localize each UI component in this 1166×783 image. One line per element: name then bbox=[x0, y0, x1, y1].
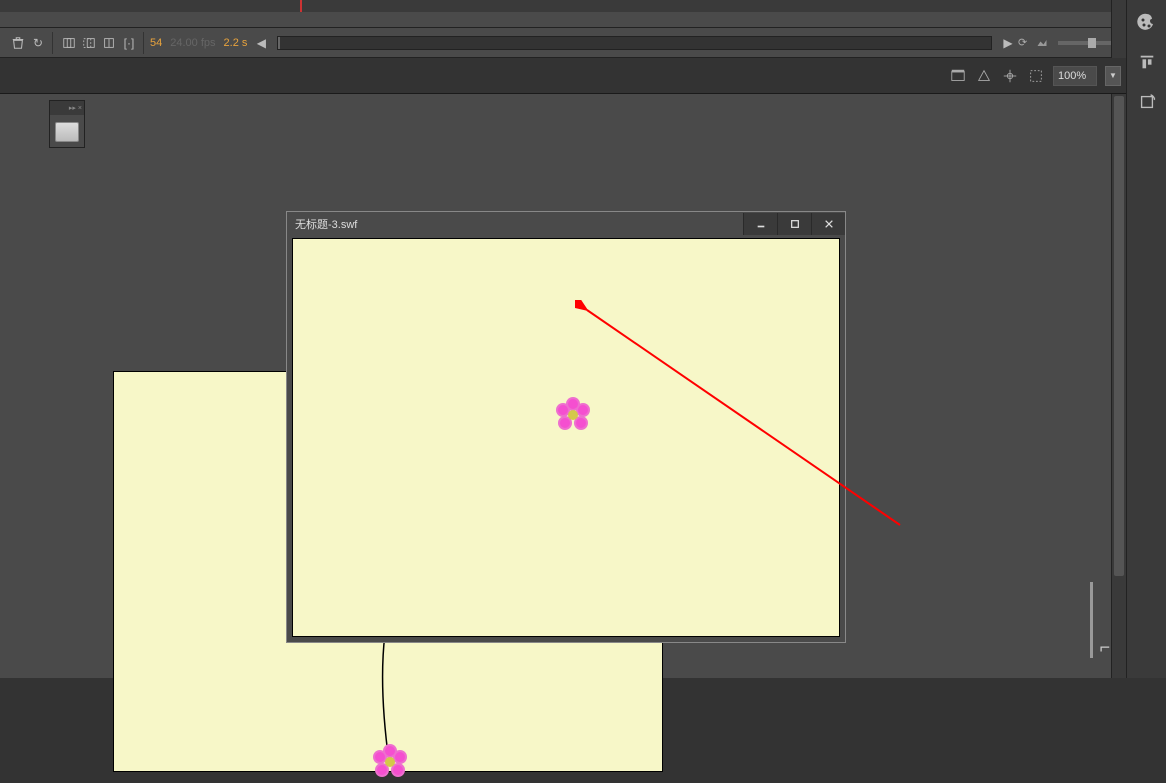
swf-window-title: 无标题-3.swf bbox=[295, 216, 357, 232]
zoom-slider-thumb[interactable] bbox=[1088, 38, 1096, 48]
transform-panel-icon[interactable] bbox=[1133, 88, 1161, 116]
fps-display: 24.00 fps bbox=[168, 37, 217, 49]
vertical-guide-icon bbox=[1090, 582, 1093, 658]
timeline-ruler[interactable] bbox=[0, 0, 1111, 12]
trash-icon[interactable] bbox=[10, 35, 26, 51]
swf-preview-window: 无标题-3.swf bbox=[286, 211, 846, 643]
right-panel-dock bbox=[1126, 0, 1166, 678]
clip-stage-icon[interactable] bbox=[1027, 67, 1045, 85]
panel-collapse-icon[interactable]: ▸▸ bbox=[69, 104, 76, 112]
timeline-scrollbar[interactable] bbox=[1111, 0, 1126, 58]
symbol-edit-icon[interactable] bbox=[975, 67, 993, 85]
maximize-button[interactable] bbox=[777, 213, 811, 235]
swf-titlebar[interactable]: 无标题-3.swf bbox=[287, 212, 845, 236]
close-button[interactable] bbox=[811, 213, 845, 235]
flower-graphic-preview bbox=[555, 397, 591, 433]
panel-close-icon[interactable]: × bbox=[78, 105, 82, 112]
loop-playback-icon[interactable]: ⟳ bbox=[1018, 36, 1032, 50]
scrollbar-thumb[interactable] bbox=[1114, 96, 1124, 576]
zoom-level-display[interactable]: 100% bbox=[1053, 66, 1097, 86]
loop-icon[interactable]: ↻ bbox=[30, 35, 46, 51]
minimize-button[interactable] bbox=[743, 213, 777, 235]
floating-overlay-panel[interactable]: ▸▸ × bbox=[49, 100, 85, 148]
playhead-marker[interactable] bbox=[300, 0, 302, 12]
onion-skin-icon[interactable] bbox=[61, 35, 77, 51]
markers-icon[interactable]: [·] bbox=[121, 35, 137, 51]
workspace-vertical-scrollbar[interactable] bbox=[1111, 94, 1126, 678]
timeline-toolbar: ↻ [·] 54 24.00 fps 2.2 s ◀ ▶ ⟳ bbox=[0, 28, 1166, 58]
edit-multiple-icon[interactable] bbox=[101, 35, 117, 51]
timeline-area bbox=[0, 0, 1166, 28]
stage-toolbar: 100% ▼ bbox=[0, 58, 1166, 94]
palette-icon[interactable] bbox=[1133, 8, 1161, 36]
scrubber-next-icon[interactable]: ▶ bbox=[1000, 35, 1016, 51]
elapsed-time-display: 2.2 s bbox=[220, 37, 252, 49]
scrubber-prev-icon[interactable]: ◀ bbox=[253, 35, 269, 51]
keyboard-icon[interactable] bbox=[55, 122, 79, 142]
mountain-small-icon[interactable] bbox=[1034, 35, 1050, 51]
zoom-dropdown-button[interactable]: ▼ bbox=[1105, 66, 1121, 86]
scene-icon[interactable] bbox=[949, 67, 967, 85]
center-stage-icon[interactable] bbox=[1001, 67, 1019, 85]
dimension-indicators: ⌐ bbox=[1090, 582, 1110, 658]
onion-outline-icon[interactable] bbox=[81, 35, 97, 51]
swf-content-area bbox=[292, 238, 840, 637]
corner-bracket-icon: ⌐ bbox=[1099, 637, 1110, 658]
current-frame-display: 54 bbox=[146, 37, 166, 49]
align-panel-icon[interactable] bbox=[1133, 48, 1161, 76]
stage-workspace: 无标题-3.swf bbox=[0, 94, 1120, 678]
flower-graphic-stage[interactable] bbox=[372, 744, 408, 780]
timeline-scrubber[interactable] bbox=[277, 36, 992, 50]
